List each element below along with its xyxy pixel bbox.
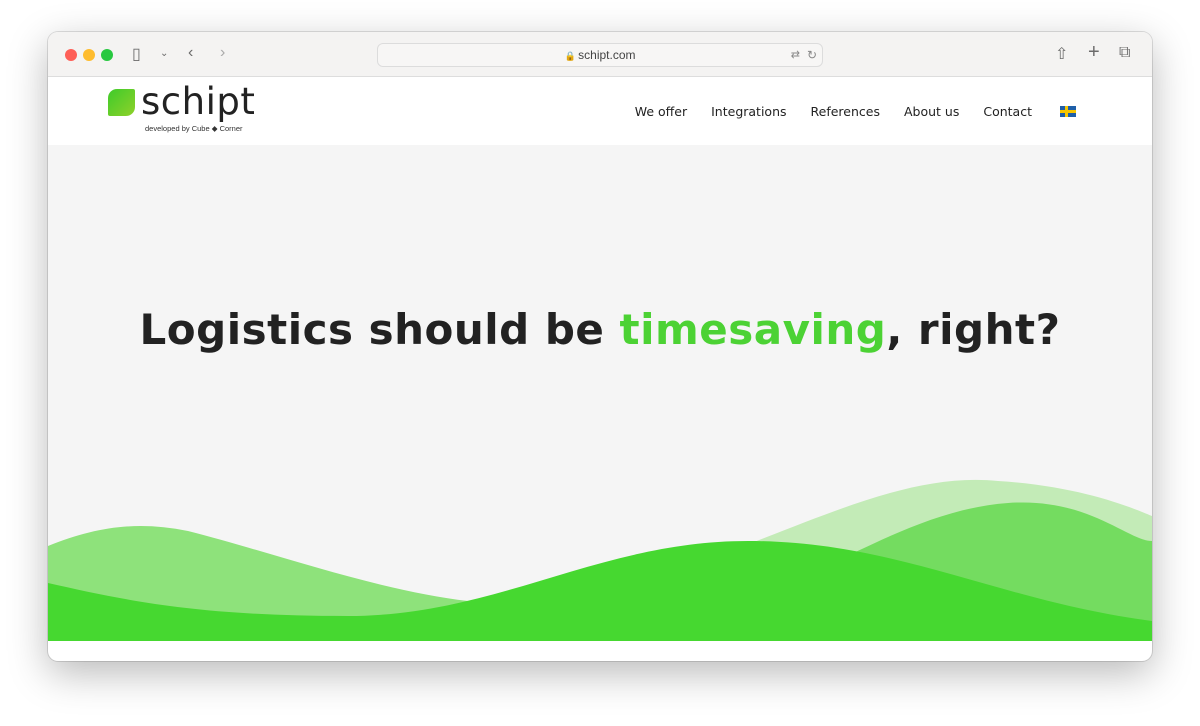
nav-contact[interactable]: Contact: [983, 104, 1032, 119]
sidebar-icon[interactable]: ▯: [132, 44, 141, 64]
hero-headline: Logistics should be timesaving, right?: [139, 305, 1061, 354]
lock-icon: 🔒: [564, 51, 579, 61]
main-nav: We offer Integrations References About u…: [635, 104, 1076, 119]
close-button[interactable]: [65, 49, 77, 61]
chevron-down-icon[interactable]: ⌄: [160, 48, 168, 59]
forward-icon[interactable]: ›: [220, 44, 225, 62]
nav-about-us[interactable]: About us: [904, 104, 959, 119]
nav-we-offer[interactable]: We offer: [635, 104, 687, 119]
nav-references[interactable]: References: [811, 104, 880, 119]
back-icon[interactable]: ‹: [188, 44, 193, 62]
site-header: schipt developed by Cube ◆ Corner We off…: [48, 77, 1152, 145]
hero-section: Logistics should be timesaving, right?: [48, 145, 1152, 641]
tabs-overview-icon[interactable]: ⧉: [1119, 44, 1130, 62]
headline-highlight: timesaving: [619, 305, 887, 354]
maximize-button[interactable]: [101, 49, 113, 61]
browser-toolbar: ▯ ⌄ ‹ › 🔒 schipt.com ⇄ ↻ ⇧ + ⧉: [48, 32, 1152, 77]
share-icon[interactable]: ⇧: [1055, 44, 1068, 64]
logo-mark-icon: [108, 89, 135, 116]
url-text: schipt.com: [578, 48, 636, 62]
new-tab-icon[interactable]: +: [1088, 41, 1100, 64]
logo-subtitle: developed by Cube ◆ Corner: [145, 124, 243, 133]
minimize-button[interactable]: [83, 49, 95, 61]
translate-icon[interactable]: ⇄: [791, 44, 800, 66]
browser-window: ▯ ⌄ ‹ › 🔒 schipt.com ⇄ ↻ ⇧ + ⧉ schipt de…: [48, 32, 1152, 661]
address-bar[interactable]: 🔒 schipt.com ⇄ ↻: [377, 43, 823, 67]
nav-integrations[interactable]: Integrations: [711, 104, 786, 119]
decorative-waves: [48, 479, 1152, 641]
reload-icon[interactable]: ↻: [807, 44, 817, 66]
swedish-flag-icon[interactable]: [1060, 106, 1076, 117]
logo-text: schipt: [141, 80, 256, 123]
